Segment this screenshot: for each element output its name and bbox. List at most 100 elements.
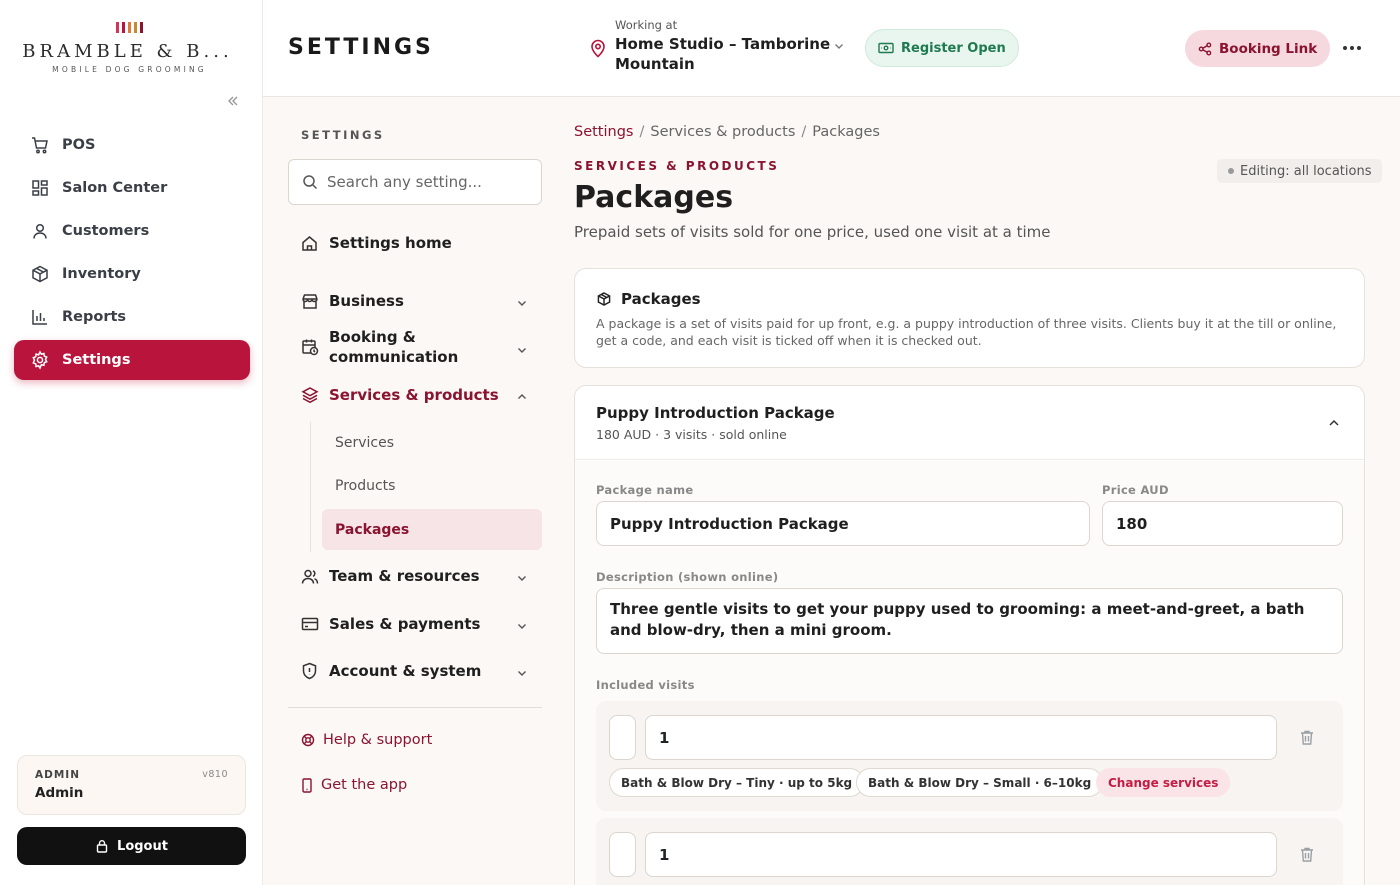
section-eyebrow: SERVICES & PRODUCTS xyxy=(574,159,780,173)
chevron-down-icon[interactable] xyxy=(516,297,528,309)
nav-label: Customers xyxy=(62,223,150,239)
working-at-label: Working at xyxy=(615,18,678,32)
nav-label: Inventory xyxy=(62,266,141,282)
settings-nav-booking-label-1: Booking & xyxy=(329,328,416,346)
search-icon xyxy=(302,174,318,190)
service-chip[interactable]: Bath & Blow Dry – Tiny · up to 5kg xyxy=(609,768,865,797)
settings-nav-services-products[interactable]: Services & products xyxy=(301,386,499,404)
settings-nav-team[interactable]: Team & resources xyxy=(301,567,480,585)
settings-subnav-products[interactable]: Products xyxy=(322,465,542,506)
settings-nav-account-label: Account & system xyxy=(329,662,482,680)
breadcrumb-settings[interactable]: Settings xyxy=(574,124,633,140)
editing-scope-badge: Editing: all locations xyxy=(1217,159,1383,183)
chevron-up-icon[interactable] xyxy=(1327,416,1341,430)
package-card: Puppy Introduction Package 180 AUD · 3 v… xyxy=(574,385,1365,885)
nav-item-reports[interactable]: Reports xyxy=(14,297,250,337)
settings-nav-account[interactable]: Account & system xyxy=(301,662,481,680)
location-switcher[interactable]: Working at Home Studio – Tamborine Mount… xyxy=(589,18,843,74)
nav-item-inventory[interactable]: Inventory xyxy=(14,254,250,294)
package-card-header[interactable]: Puppy Introduction Package 180 AUD · 3 v… xyxy=(575,386,1364,460)
help-support-link[interactable]: Help & support xyxy=(301,732,432,748)
chevron-down-icon[interactable] xyxy=(516,572,528,584)
logout-button[interactable]: Logout xyxy=(17,827,246,865)
brand-logo[interactable]: BRAMBLE & B... MOBILE DOG GROOMING xyxy=(0,22,263,74)
nav-item-salon-center[interactable]: Salon Center xyxy=(14,168,250,208)
booking-link-button[interactable]: Booking Link xyxy=(1185,30,1331,67)
admin-card[interactable]: ADMIN v810 Admin xyxy=(17,755,246,815)
content-description: Prepaid sets of visits sold for one pric… xyxy=(574,223,1051,241)
collapse-sidebar-icon[interactable] xyxy=(226,94,240,108)
info-card-title: Packages xyxy=(596,290,701,308)
settings-nav-business-label: Business xyxy=(329,292,404,310)
more-options-icon[interactable] xyxy=(1343,46,1361,50)
visit-count-input[interactable]: 1 xyxy=(645,832,1277,877)
settings-nav-home[interactable]: Settings home xyxy=(301,234,452,252)
nav-label: Reports xyxy=(62,309,127,325)
location-name-line1: Home Studio – Tamborine xyxy=(615,35,831,53)
drag-handle[interactable] xyxy=(609,715,636,760)
visit-count-input[interactable]: 1 xyxy=(645,715,1277,760)
settings-nav-sales[interactable]: Sales & payments xyxy=(301,615,480,633)
admin-role: ADMIN xyxy=(35,769,80,781)
logo-bars xyxy=(0,22,263,33)
breadcrumb-packages: Packages xyxy=(812,124,880,140)
info-card-text: A package is a set of visits paid for up… xyxy=(596,316,1337,348)
lock-icon xyxy=(95,839,109,853)
service-chip[interactable]: Bath & Blow Dry – Small · 6–10kg xyxy=(856,768,1104,797)
settings-nav-team-label: Team & resources xyxy=(329,567,480,585)
breadcrumb-separator: / xyxy=(801,124,807,140)
layers-icon xyxy=(301,386,319,404)
main-nav: POS Salon Center Customers Inventory Rep… xyxy=(14,125,250,383)
change-services-button[interactable]: Change services xyxy=(1096,768,1231,797)
description-textarea[interactable]: Three gentle visits to get your puppy us… xyxy=(596,588,1343,654)
nav-item-pos[interactable]: POS xyxy=(14,125,250,165)
get-app-label: Get the app xyxy=(321,777,408,793)
app-sidebar: BRAMBLE & B... MOBILE DOG GROOMING POS S… xyxy=(0,0,263,885)
package-name-input[interactable]: Puppy Introduction Package xyxy=(596,501,1090,546)
nav-label: Settings xyxy=(62,352,131,368)
brand-name: BRAMBLE & B... xyxy=(22,41,233,62)
trash-icon[interactable] xyxy=(1299,846,1315,863)
search-placeholder: Search any setting... xyxy=(327,173,482,191)
chevron-up-icon[interactable] xyxy=(516,391,528,403)
nav-label: POS xyxy=(62,137,96,153)
editing-scope-label: Editing: all locations xyxy=(1240,163,1372,179)
settings-subnav-services[interactable]: Services xyxy=(322,422,542,463)
settings-subnav-packages[interactable]: Packages xyxy=(322,509,542,550)
location-name-line2: Mountain xyxy=(615,55,695,73)
nav-item-settings[interactable]: Settings xyxy=(14,340,250,380)
share-icon xyxy=(1198,42,1212,56)
nav-label: Salon Center xyxy=(62,180,168,196)
grid-icon xyxy=(30,178,62,198)
calendar-clock-icon xyxy=(301,338,319,356)
box-icon xyxy=(596,291,612,307)
drag-handle[interactable] xyxy=(609,832,636,877)
settings-nav-booking-label-2: communication xyxy=(329,348,459,366)
get-app-link[interactable]: Get the app xyxy=(301,777,407,793)
register-open-button[interactable]: Register Open xyxy=(865,29,1019,67)
settings-nav-business[interactable]: Business xyxy=(301,292,404,310)
trash-icon[interactable] xyxy=(1299,729,1315,746)
settings-nav-home-label: Settings home xyxy=(329,234,452,252)
lifebuoy-icon xyxy=(301,733,315,747)
settings-search-input[interactable]: Search any setting... xyxy=(288,159,542,205)
chevron-down-icon[interactable] xyxy=(516,344,528,356)
price-input[interactable]: 180 xyxy=(1102,501,1343,546)
chevron-down-icon xyxy=(833,40,845,52)
chevron-down-icon[interactable] xyxy=(516,620,528,632)
included-visit-row: 1 xyxy=(596,818,1343,885)
home-icon xyxy=(301,235,319,252)
packages-info-card: Packages A package is a set of visits pa… xyxy=(574,268,1365,368)
breadcrumb-services-products[interactable]: Services & products xyxy=(650,124,795,140)
breadcrumb: Settings / Services & products / Packages xyxy=(574,124,880,140)
cart-icon xyxy=(30,135,62,155)
box-icon xyxy=(30,264,62,284)
register-label: Register Open xyxy=(901,40,1006,56)
map-pin-icon xyxy=(589,38,607,74)
settings-nav-divider xyxy=(288,707,542,708)
nav-item-customers[interactable]: Customers xyxy=(14,211,250,251)
chevron-down-icon[interactable] xyxy=(516,667,528,679)
logout-label: Logout xyxy=(117,838,168,854)
settings-nav-booking[interactable]: Booking & communication xyxy=(301,328,458,366)
store-icon xyxy=(301,293,319,310)
